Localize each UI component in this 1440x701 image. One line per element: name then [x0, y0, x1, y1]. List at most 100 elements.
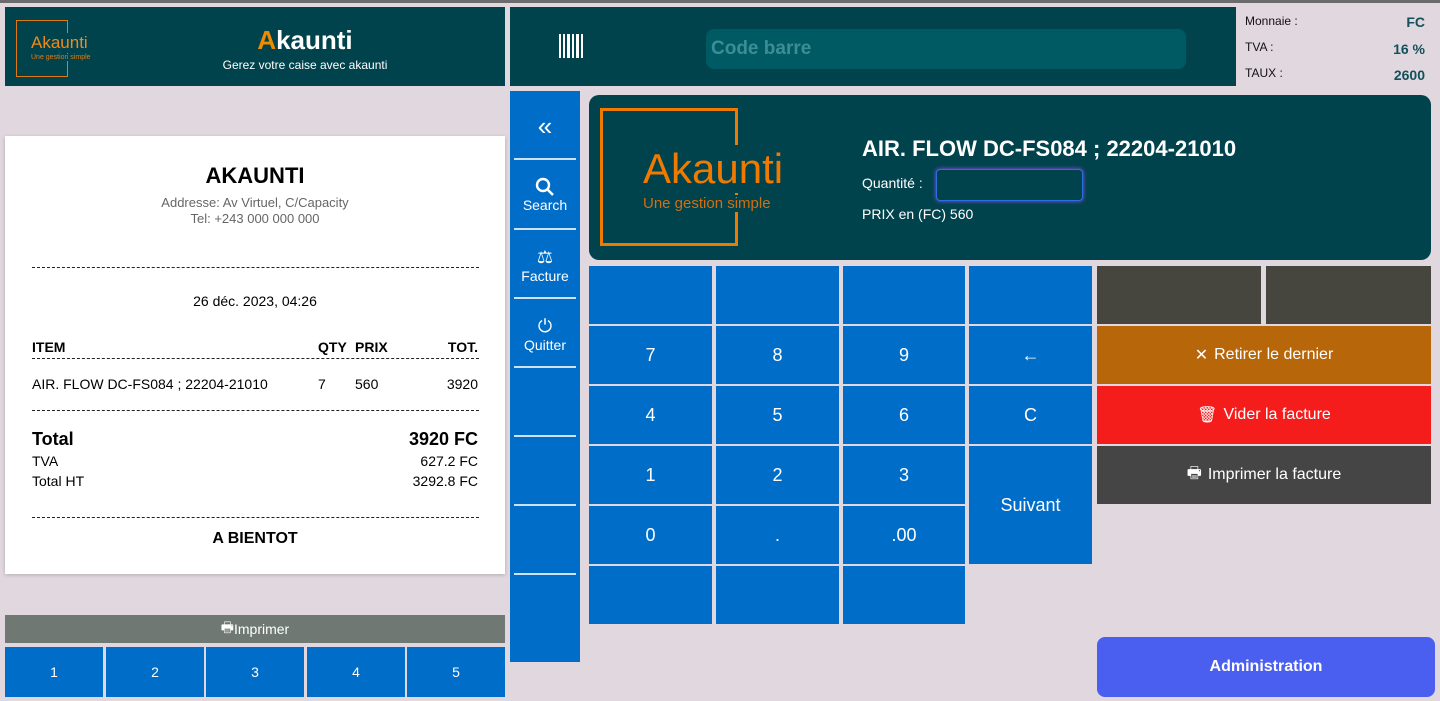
col-qty: QTY	[318, 339, 347, 355]
button-label: Administration	[1209, 658, 1323, 675]
divider	[514, 366, 576, 368]
sidebar: « Search ⚖ Facture ⏻ Quitter	[510, 91, 580, 662]
tab-2[interactable]: 2	[106, 647, 204, 697]
currency-value: FC	[1406, 14, 1425, 30]
divider	[514, 297, 576, 299]
printer-icon: 🖶	[1186, 464, 1202, 482]
key-1[interactable]: 1	[589, 446, 712, 504]
product-price: PRIX en (FC) 560	[862, 206, 974, 222]
key-6[interactable]: 6	[843, 386, 965, 444]
tab-3[interactable]: 3	[206, 647, 304, 697]
divider	[514, 504, 576, 506]
quantity-label: Quantité :	[862, 175, 923, 191]
col-total: TOT.	[447, 339, 478, 355]
keypad-blank[interactable]	[843, 266, 965, 324]
next-button[interactable]: Suivant	[969, 446, 1092, 564]
keypad-blank[interactable]	[969, 266, 1092, 324]
divider	[514, 158, 576, 160]
currency-label: Monnaie :	[1245, 14, 1298, 28]
rate-value: 2600	[1393, 67, 1425, 83]
key-0[interactable]: 0	[589, 506, 712, 564]
receipt-company: AKAUNTI	[205, 163, 305, 188]
sidebar-label: Quitter	[523, 336, 566, 353]
administration-button[interactable]: Administration	[1097, 637, 1435, 697]
keypad-blank[interactable]	[716, 266, 839, 324]
tva-label: TVA :	[1245, 40, 1274, 54]
print-button[interactable]: 🖶 Imprimer	[5, 615, 505, 643]
sidebar-item-invoice[interactable]: ⚖ Facture	[514, 233, 576, 297]
tab-1[interactable]: 1	[5, 647, 103, 697]
product-logo: Akaunti Une gestion simple	[600, 108, 786, 246]
divider	[32, 410, 479, 411]
logo-tagline: Une gestion simple	[641, 195, 773, 212]
button-label: Imprimer la facture	[1207, 466, 1342, 483]
print-label: Imprimer	[233, 621, 290, 637]
title-rest: kaunti	[276, 25, 353, 55]
ht-label: Total HT	[32, 473, 85, 489]
receipt-phone: Tel: +243 000 000 000	[190, 211, 320, 226]
keypad-blank[interactable]	[589, 566, 712, 624]
item-qty: 7	[318, 376, 326, 392]
clear-key[interactable]: C	[969, 386, 1092, 444]
keypad-blank[interactable]	[843, 566, 965, 624]
sidebar-item-search[interactable]: Search	[514, 163, 576, 227]
total-value: 3920 FC	[408, 429, 478, 449]
divider	[32, 267, 479, 268]
logo-tagline: Une gestion simple	[31, 54, 91, 61]
header-logo: Akaunti Une gestion simple	[16, 20, 91, 77]
title-initial: A	[257, 25, 277, 55]
product-panel: Akaunti Une gestion simple AIR. FLOW DC-…	[589, 95, 1431, 260]
remove-last-button[interactable]: ✕ Retirer le dernier	[1097, 326, 1431, 384]
keypad-blank[interactable]	[716, 566, 839, 624]
trash-icon: 🗑	[1197, 407, 1218, 424]
divider	[514, 573, 576, 575]
receipt: AKAUNTI Addresse: Av Virtuel, C/Capacity…	[5, 136, 505, 574]
logo-text: Akaunti	[31, 33, 88, 53]
item-price: 560	[355, 376, 379, 392]
app-header: Akaunti Une gestion simple Akaunti Gerez…	[5, 7, 505, 86]
button-label: Retirer le dernier	[1214, 346, 1334, 363]
print-invoice-button[interactable]: 🖶 Imprimer la facture	[1097, 446, 1431, 504]
tva-row-value: 627.2 FC	[420, 453, 478, 469]
receipt-footer: A BIENTOT	[212, 530, 298, 547]
key-7[interactable]: 7	[589, 326, 712, 384]
product-name: AIR. FLOW DC-FS084 ; 22204-21010	[862, 136, 1237, 161]
sidebar-label: Facture	[521, 267, 569, 284]
backspace-key[interactable]: ←	[969, 326, 1092, 384]
receipt-date: 26 déc. 2023, 04:26	[193, 293, 317, 309]
power-icon: ⏻	[537, 315, 553, 336]
key-2[interactable]: 2	[716, 446, 839, 504]
quantity-input[interactable]	[936, 169, 1083, 201]
search-icon	[535, 177, 554, 196]
printer-icon: 🖶	[220, 619, 234, 635]
tva-row-label: TVA	[32, 453, 59, 469]
divider	[514, 228, 576, 230]
divider	[32, 358, 479, 359]
col-item: ITEM	[32, 339, 66, 355]
app-title: Akaunti	[205, 25, 405, 56]
chevrons-left-icon: «	[537, 110, 553, 141]
sidebar-item-quit[interactable]: ⏻ Quitter	[514, 302, 576, 366]
key-dot[interactable]: .	[716, 506, 839, 564]
tab-4[interactable]: 4	[307, 647, 405, 697]
logo-text: Akaunti	[641, 145, 786, 193]
divider	[514, 435, 576, 437]
item-total: 3920	[446, 376, 478, 392]
clear-invoice-button[interactable]: 🗑 Vider la facture	[1097, 386, 1431, 444]
action-blank[interactable]	[1266, 266, 1431, 324]
tab-5[interactable]: 5	[407, 647, 505, 697]
key-double-zero[interactable]: .00	[843, 506, 965, 564]
total-label: Total	[32, 429, 74, 449]
key-9[interactable]: 9	[843, 326, 965, 384]
key-4[interactable]: 4	[589, 386, 712, 444]
key-5[interactable]: 5	[716, 386, 839, 444]
key-3[interactable]: 3	[843, 446, 965, 504]
scale-icon: ⚖	[536, 246, 554, 267]
button-label: Vider la facture	[1223, 406, 1331, 423]
collapse-button[interactable]: «	[514, 101, 576, 151]
rate-label: TAUX :	[1245, 66, 1283, 80]
action-blank[interactable]	[1097, 266, 1261, 324]
barcode-input[interactable]	[706, 29, 1186, 69]
key-8[interactable]: 8	[716, 326, 839, 384]
keypad-blank[interactable]	[589, 266, 712, 324]
